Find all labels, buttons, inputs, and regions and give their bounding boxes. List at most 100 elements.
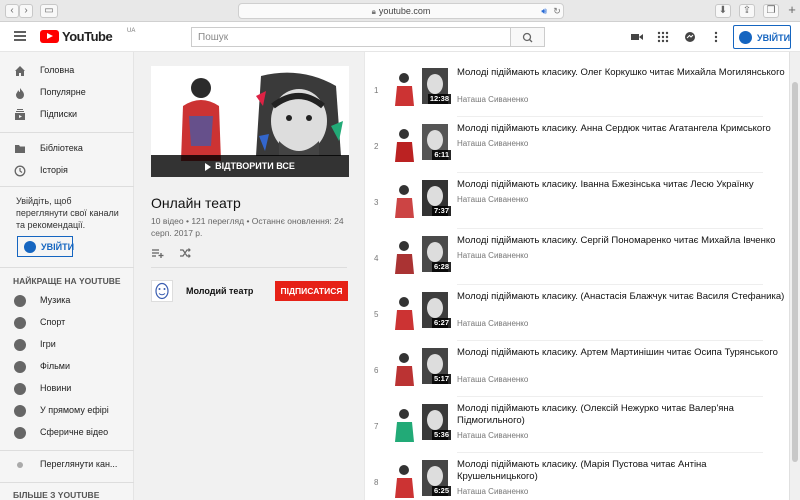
video-row[interactable]: 6 5:17 Молоді підіймають класику. Артем … xyxy=(365,346,789,397)
folder-icon xyxy=(15,145,25,153)
download-icon[interactable]: ⬇ xyxy=(715,4,731,18)
video-title[interactable]: Молоді підіймають класику. Анна Сердюк ч… xyxy=(457,123,787,135)
apps-icon[interactable] xyxy=(656,31,670,43)
video-row[interactable]: 5 6:27 Молоді підіймають класику. (Анаст… xyxy=(365,290,789,341)
sidebar-item-label: Бібліотека xyxy=(40,143,83,153)
upload-video-icon[interactable] xyxy=(630,31,644,43)
video-thumbnail[interactable]: 6:11 xyxy=(392,122,453,162)
video-thumbnail[interactable]: 6:27 xyxy=(392,290,453,330)
video-index: 3 xyxy=(374,198,379,207)
video-thumbnail[interactable]: 6:28 xyxy=(392,234,453,274)
video-row[interactable]: 4 6:28 Молоді підіймають класику. Сергій… xyxy=(365,234,789,285)
play-icon xyxy=(205,162,212,171)
reload-icon[interactable]: ↻ xyxy=(550,4,564,18)
sidebar-item-label: Підписки xyxy=(40,109,78,119)
add-to-queue-icon[interactable] xyxy=(151,247,165,259)
sidebar-item-spherical[interactable]: Сферичне відео xyxy=(0,422,134,444)
sidebar-item-label: Переглянути кан... xyxy=(40,459,118,469)
video-thumbnail[interactable]: 5:36 xyxy=(392,402,453,442)
video-row[interactable]: 3 7:37 Молоді підіймають класику. Іванна… xyxy=(365,178,789,229)
shuffle-icon[interactable] xyxy=(179,247,191,259)
video-channel[interactable]: Наташа Сиваненко xyxy=(457,431,528,440)
masthead: YouTube UA Пошук УВІЙТИ xyxy=(0,22,800,52)
signin-button[interactable]: УВІЙТИ xyxy=(733,25,791,49)
sidebar-item-browse-channels[interactable]: Переглянути кан... xyxy=(0,454,134,476)
sidebar-item-subscriptions[interactable]: Підписки xyxy=(0,104,134,126)
channel-name[interactable]: Молодий театр xyxy=(186,286,253,296)
search-input[interactable]: Пошук xyxy=(191,27,511,47)
sidebar-item-sport[interactable]: Спорт xyxy=(0,312,134,334)
video-channel[interactable]: Наташа Сиваненко xyxy=(457,251,528,260)
video-channel[interactable]: Наташа Сиваненко xyxy=(457,195,528,204)
video-channel[interactable]: Наташа Сиваненко xyxy=(457,487,528,496)
sidebar-item-history[interactable]: Історія xyxy=(0,160,134,182)
spherical-icon xyxy=(14,427,26,439)
video-title[interactable]: Молоді підіймають класику. Артем Мартині… xyxy=(457,347,787,359)
video-title[interactable]: Молоді підіймають класику. (Олексій Нежу… xyxy=(457,403,787,427)
sidebar-item-games[interactable]: Ігри xyxy=(0,334,134,356)
back-icon[interactable]: ‹ xyxy=(5,4,19,18)
channel-avatar[interactable] xyxy=(151,280,173,302)
more-vert-icon[interactable] xyxy=(709,31,723,43)
video-thumbnail[interactable]: 7:37 xyxy=(392,178,453,218)
video-title[interactable]: Молоді підіймають класику. Олег Коркушко… xyxy=(457,67,787,79)
sidebar-item-library[interactable]: Бібліотека xyxy=(0,138,134,160)
sidebar-item-trending[interactable]: Популярне xyxy=(0,82,134,104)
news-icon xyxy=(14,383,26,395)
video-title[interactable]: Молоді підіймають класику. Іванна Бжезін… xyxy=(457,179,787,191)
sidebar-item-music[interactable]: Музика xyxy=(0,290,134,312)
sidebar-signin-button[interactable]: УВІЙТИ xyxy=(17,236,74,257)
subscribe-button[interactable]: ПІДПИСАТИСЯ xyxy=(275,281,348,301)
video-title[interactable]: Молоді підіймають класику. (Марія Пустов… xyxy=(457,459,787,483)
more-from-youtube-heading: БІЛЬШЕ З YOUTUBE xyxy=(13,490,100,500)
lock-icon: 🔒︎ xyxy=(371,7,376,16)
play-all-button[interactable]: ВІДТВОРИТИ ВСЕ xyxy=(151,155,349,177)
address-url: youtube.com xyxy=(378,6,431,16)
video-thumbnail[interactable]: 6:25 xyxy=(392,458,453,498)
video-channel[interactable]: Наташа Сиваненко xyxy=(457,95,528,104)
new-tab-button[interactable]: + xyxy=(786,3,798,18)
video-channel[interactable]: Наташа Сиваненко xyxy=(457,375,528,384)
video-channel[interactable]: Наташа Сиваненко xyxy=(457,139,528,148)
video-row[interactable]: 7 5:36 Молоді підіймають класику. (Олекс… xyxy=(365,402,789,453)
sidebar-item-label: Популярне xyxy=(40,87,86,97)
video-thumbnail[interactable]: 12:38 xyxy=(392,66,453,106)
playlist-meta: 10 відео • 121 перегляд • Останнє оновле… xyxy=(151,216,344,238)
video-title[interactable]: Молоді підіймають класику. Сергій Понома… xyxy=(457,235,787,247)
signin-note: Увійдіть, щоб переглянути свої канали та… xyxy=(16,196,119,230)
playlist-video-list: 1 12:38 Молоді підіймають класику. Олег … xyxy=(364,52,789,500)
playlist-actions xyxy=(151,247,201,261)
share-icon[interactable]: ⇪ xyxy=(739,4,755,18)
speaker-icon[interactable]: 🔊︎ xyxy=(541,4,547,18)
sidebar-item-live[interactable]: У прямому ефірі xyxy=(0,400,134,422)
play-logo-icon xyxy=(40,30,59,43)
sidebar-item-home[interactable]: Головна xyxy=(0,60,134,82)
playlist-thumbnail[interactable]: ВІДТВОРИТИ ВСЕ xyxy=(151,66,349,177)
video-thumbnail[interactable]: 5:17 xyxy=(392,346,453,386)
search-button[interactable] xyxy=(511,27,545,47)
search-placeholder: Пошук xyxy=(198,32,229,43)
menu-icon[interactable] xyxy=(14,31,26,41)
page-scrollbar[interactable] xyxy=(789,52,800,500)
video-row[interactable]: 1 12:38 Молоді підіймають класику. Олег … xyxy=(365,66,789,117)
address-bar[interactable]: 🔒︎ youtube.com 🔊︎ ↻ xyxy=(238,3,564,19)
video-row[interactable]: 2 6:11 Молоді підіймають класику. Анна С… xyxy=(365,122,789,173)
logo-region: UA xyxy=(127,28,136,34)
video-title[interactable]: Молоді підіймають класику. (Анастасія Бл… xyxy=(457,291,787,303)
subscriptions-icon xyxy=(15,109,25,120)
add-circle-icon xyxy=(17,462,23,468)
sidebar-toggle-icon[interactable]: ▭ xyxy=(40,4,58,18)
sidebar-item-label: Спорт xyxy=(40,317,66,327)
sidebar-item-news[interactable]: Новини xyxy=(0,378,134,400)
video-duration: 5:36 xyxy=(431,430,451,440)
video-row[interactable]: 8 6:25 Молоді підіймають класику. (Марія… xyxy=(365,458,789,500)
messages-icon[interactable] xyxy=(683,31,697,43)
games-icon xyxy=(14,339,26,351)
video-channel[interactable]: Наташа Сиваненко xyxy=(457,319,528,328)
tabs-icon[interactable]: ❐ xyxy=(763,4,779,18)
video-duration: 6:27 xyxy=(431,318,451,328)
scroll-thumb[interactable] xyxy=(792,82,798,462)
sidebar-item-films[interactable]: Фільми xyxy=(0,356,134,378)
forward-icon[interactable]: › xyxy=(19,4,33,18)
history-icon xyxy=(14,165,26,177)
